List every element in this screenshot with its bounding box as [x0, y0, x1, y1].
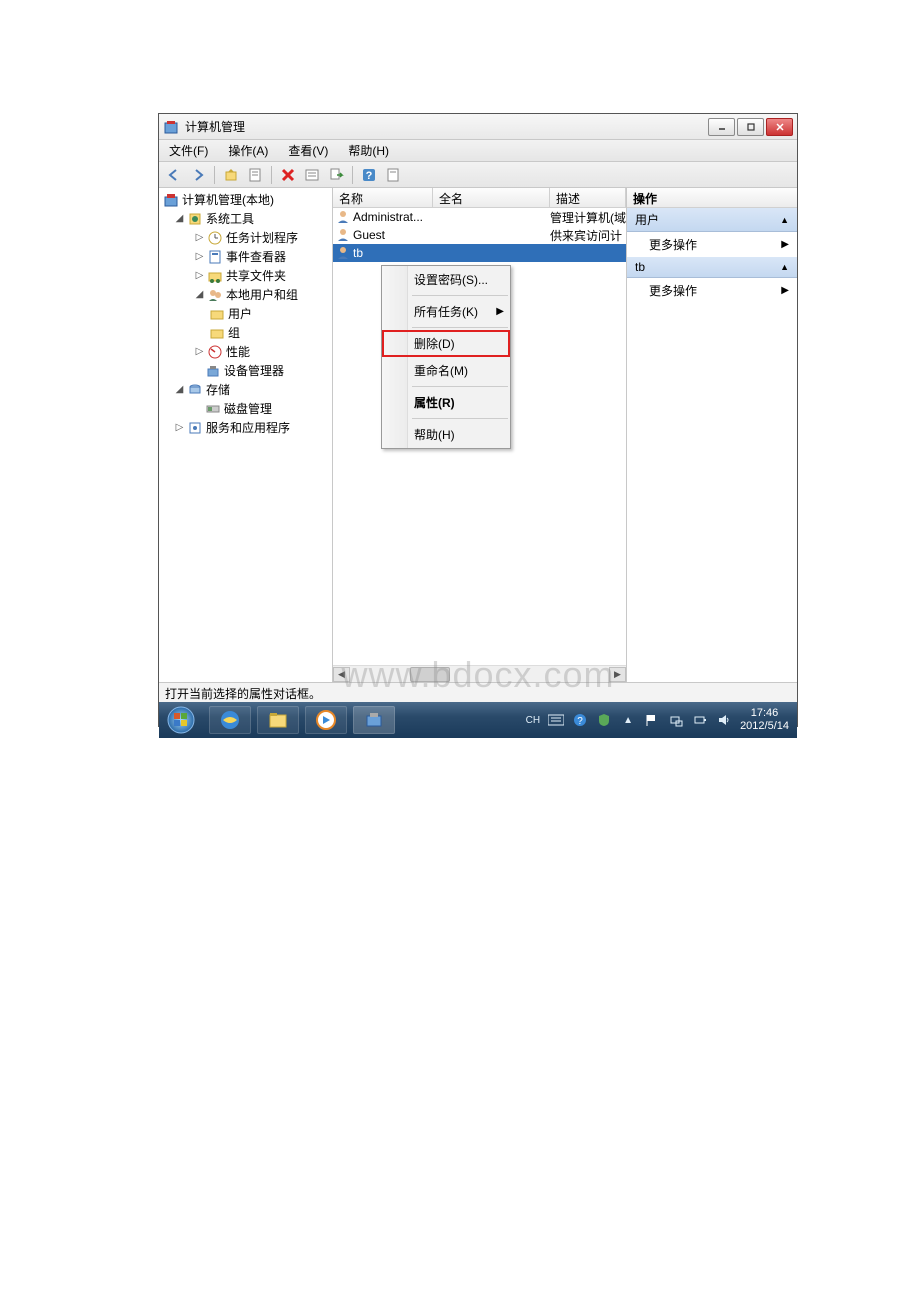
ctx-setpassword[interactable]: 设置密码(S)...: [382, 266, 510, 293]
help-tray-icon[interactable]: ?: [572, 712, 588, 728]
start-button[interactable]: [163, 705, 203, 735]
keyboard-icon[interactable]: [548, 712, 564, 728]
maximize-button[interactable]: [737, 118, 764, 136]
list-button[interactable]: [301, 164, 323, 186]
col-name[interactable]: 名称: [333, 188, 433, 207]
power-icon[interactable]: [692, 712, 708, 728]
back-button[interactable]: [163, 164, 185, 186]
scroll-right-icon[interactable]: ▶: [609, 667, 626, 682]
help-button[interactable]: ?: [358, 164, 380, 186]
properties-button[interactable]: [244, 164, 266, 186]
delete-button[interactable]: [277, 164, 299, 186]
flag-icon[interactable]: [644, 712, 660, 728]
app-icon: [163, 119, 179, 135]
tree-scheduler[interactable]: ▷任务计划程序: [159, 228, 332, 247]
statusbar: 打开当前选择的属性对话框。: [159, 682, 797, 702]
submenu-arrow-icon: ▶: [496, 306, 504, 317]
show-hidden-icon[interactable]: ▲: [620, 712, 636, 728]
security-icon[interactable]: [596, 712, 612, 728]
actions-panel: 操作 用户▲ 更多操作▶ tb▲ 更多操作▶: [627, 188, 797, 682]
tree-systools[interactable]: ◢系统工具: [159, 209, 332, 228]
taskbar-wmp-icon[interactable]: [305, 706, 347, 734]
ctx-help[interactable]: 帮助(H): [382, 421, 510, 448]
tree-panel: 计算机管理(本地) ◢系统工具 ▷任务计划程序 ▷事件查看器 ▷共享文件夹 ◢本…: [159, 188, 333, 682]
tree-diskmgmt[interactable]: 磁盘管理: [159, 399, 332, 418]
tree-storage[interactable]: ◢存储: [159, 380, 332, 399]
list-header: 名称 全名 描述: [333, 188, 626, 208]
taskbar: CH ? ▲ 17:46 2012/5/14: [159, 702, 797, 738]
window-title: 计算机管理: [185, 118, 245, 135]
titlebar: 计算机管理: [159, 114, 797, 140]
taskbar-explorer-icon[interactable]: [257, 706, 299, 734]
forward-button[interactable]: [187, 164, 209, 186]
col-fullname[interactable]: 全名: [433, 188, 550, 207]
tree-services[interactable]: ▷服务和应用程序: [159, 418, 332, 437]
actions-section-users[interactable]: 用户▲: [627, 208, 797, 232]
user-icon: [335, 227, 351, 243]
context-menu: 设置密码(S)... 所有任务(K)▶ 删除(D) 重命名(M) 属性(R) 帮…: [381, 265, 511, 449]
minimize-button[interactable]: [708, 118, 735, 136]
list-row-guest[interactable]: Guest 供来宾访问计: [333, 226, 626, 244]
content-area: 计算机管理(本地) ◢系统工具 ▷任务计划程序 ▷事件查看器 ▷共享文件夹 ◢本…: [159, 188, 797, 682]
col-desc[interactable]: 描述: [550, 188, 626, 207]
menu-file[interactable]: 文件(F): [165, 140, 212, 161]
ime-indicator[interactable]: CH: [526, 712, 540, 728]
tree-devicemgr[interactable]: 设备管理器: [159, 361, 332, 380]
tree-localusers[interactable]: ◢本地用户和组: [159, 285, 332, 304]
tree-users[interactable]: 用户: [159, 304, 332, 323]
user-icon: [335, 245, 351, 261]
chevron-right-icon: ▶: [781, 285, 789, 296]
ctx-rename[interactable]: 重命名(M): [382, 357, 510, 384]
export-button[interactable]: [325, 164, 347, 186]
menu-action[interactable]: 操作(A): [224, 140, 272, 161]
toolbar: ?: [159, 162, 797, 188]
volume-icon[interactable]: [716, 712, 732, 728]
taskbar-ie-icon[interactable]: [209, 706, 251, 734]
menubar: 文件(F) 操作(A) 查看(V) 帮助(H): [159, 140, 797, 162]
svg-text:?: ?: [577, 716, 583, 727]
refresh-button[interactable]: [382, 164, 404, 186]
ctx-delete[interactable]: 删除(D): [382, 330, 510, 357]
actions-more-tb[interactable]: 更多操作▶: [627, 278, 797, 303]
list-body: Administrat... 管理计算机(域 Guest 供来宾访问计 tb: [333, 208, 626, 665]
collapse-icon: ▲: [780, 215, 789, 225]
actions-header: 操作: [627, 188, 797, 208]
window: 计算机管理 文件(F) 操作(A) 查看(V) 帮助(H) ? 计算机管理(本地…: [158, 113, 798, 727]
ctx-properties[interactable]: 属性(R): [382, 389, 510, 416]
up-button[interactable]: [220, 164, 242, 186]
actions-section-tb[interactable]: tb▲: [627, 257, 797, 278]
tree-root[interactable]: 计算机管理(本地): [159, 190, 332, 209]
list-row-admin[interactable]: Administrat... 管理计算机(域: [333, 208, 626, 226]
scroll-thumb[interactable]: [410, 667, 450, 682]
chevron-right-icon: ▶: [781, 239, 789, 250]
tree-eventviewer[interactable]: ▷事件查看器: [159, 247, 332, 266]
svg-text:?: ?: [366, 170, 373, 182]
actions-more-users[interactable]: 更多操作▶: [627, 232, 797, 257]
ctx-alltasks[interactable]: 所有任务(K)▶: [382, 298, 510, 325]
network-icon[interactable]: [668, 712, 684, 728]
taskbar-compmgmt-icon[interactable]: [353, 706, 395, 734]
tree-performance[interactable]: ▷性能: [159, 342, 332, 361]
list-row-tb[interactable]: tb: [333, 244, 626, 262]
tree-groups[interactable]: 组: [159, 323, 332, 342]
tray-clock[interactable]: 17:46 2012/5/14: [740, 707, 789, 733]
list-panel: 名称 全名 描述 Administrat... 管理计算机(域 Guest 供来…: [333, 188, 627, 682]
scroll-left-icon[interactable]: ◀: [333, 667, 350, 682]
menu-help[interactable]: 帮助(H): [344, 140, 393, 161]
close-button[interactable]: [766, 118, 793, 136]
collapse-icon: ▲: [780, 262, 789, 272]
tree-sharedfolders[interactable]: ▷共享文件夹: [159, 266, 332, 285]
horizontal-scrollbar[interactable]: ◀ ▶: [333, 665, 626, 682]
system-tray: CH ? ▲ 17:46 2012/5/14: [526, 707, 793, 733]
user-icon: [335, 209, 351, 225]
menu-view[interactable]: 查看(V): [284, 140, 332, 161]
